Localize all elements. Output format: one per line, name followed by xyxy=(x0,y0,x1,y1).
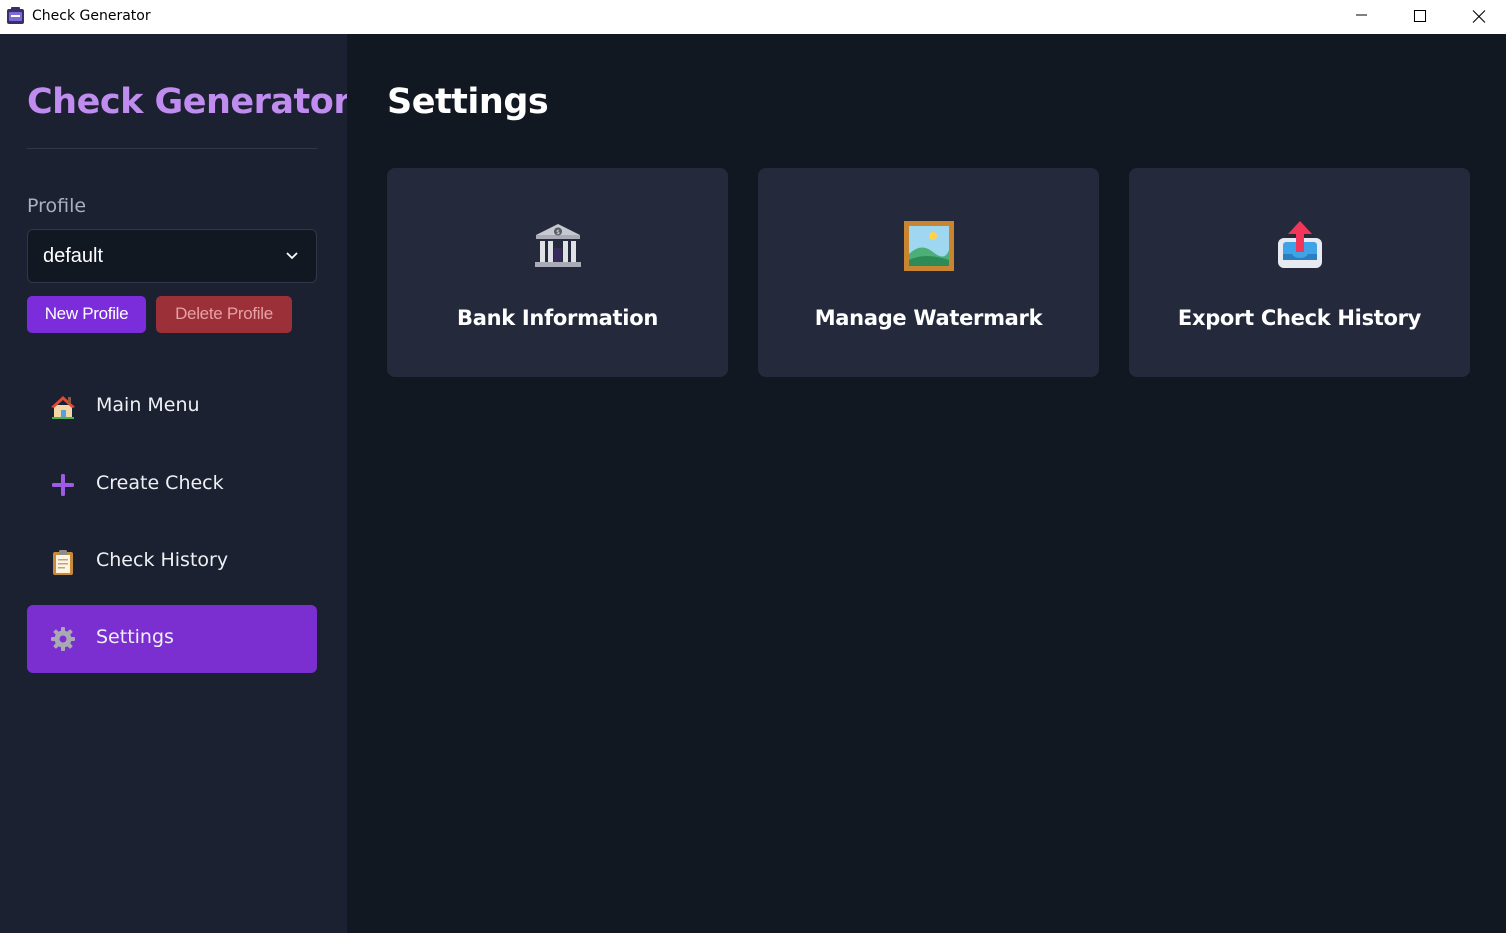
card-export-check-history[interactable]: Export Check History xyxy=(1129,168,1470,377)
minimize-icon xyxy=(1356,14,1367,16)
plus-icon xyxy=(52,474,74,496)
nav-item-create-check[interactable]: Create Check xyxy=(27,451,317,519)
new-profile-button[interactable]: New Profile xyxy=(27,296,146,333)
outbox-tray-icon xyxy=(1278,221,1322,268)
bank-icon: $ xyxy=(535,224,581,267)
card-label-export-check-history: Export Check History xyxy=(1177,306,1422,330)
house-icon xyxy=(51,396,75,419)
minimize-button[interactable] xyxy=(1339,0,1385,34)
nav-label-create-check: Create Check xyxy=(96,472,224,494)
gear-icon xyxy=(51,627,75,651)
nav-label-settings: Settings xyxy=(96,626,174,648)
nav-item-settings[interactable]: Settings xyxy=(27,605,317,673)
nav-item-check-history[interactable]: Check History xyxy=(27,528,317,596)
window-titlebar: Check Generator xyxy=(0,0,1506,34)
profile-select[interactable]: default xyxy=(27,229,317,283)
profile-label: Profile xyxy=(27,195,87,217)
brand-divider xyxy=(27,148,317,149)
delete-profile-button[interactable]: Delete Profile xyxy=(156,296,292,333)
profile-select-value: default xyxy=(43,245,104,267)
close-button[interactable] xyxy=(1456,0,1502,34)
main-content: Settings $ Bank Information Manage Water… xyxy=(347,34,1506,933)
chevron-down-icon xyxy=(286,252,298,260)
card-label-manage-watermark: Manage Watermark xyxy=(814,306,1043,330)
nav-label-main-menu: Main Menu xyxy=(96,394,200,416)
clipboard-icon xyxy=(53,550,73,575)
svg-text:$: $ xyxy=(556,229,560,236)
nav-item-main-menu[interactable]: Main Menu xyxy=(27,373,317,441)
sidebar: Check Generator Profile default New Prof… xyxy=(0,34,351,933)
card-manage-watermark[interactable]: Manage Watermark xyxy=(758,168,1099,377)
brand-title: Check Generator xyxy=(27,82,351,122)
window-title: Check Generator xyxy=(32,8,151,24)
page-title: Settings xyxy=(387,82,549,122)
card-label-bank-information: Bank Information xyxy=(457,306,658,330)
nav-label-check-history: Check History xyxy=(96,549,229,571)
close-icon xyxy=(1472,10,1486,23)
maximize-icon xyxy=(1414,10,1426,22)
app-icon xyxy=(7,7,24,24)
maximize-button[interactable] xyxy=(1397,0,1443,34)
card-bank-information[interactable]: $ Bank Information xyxy=(387,168,728,377)
framed-picture-icon xyxy=(904,221,954,271)
